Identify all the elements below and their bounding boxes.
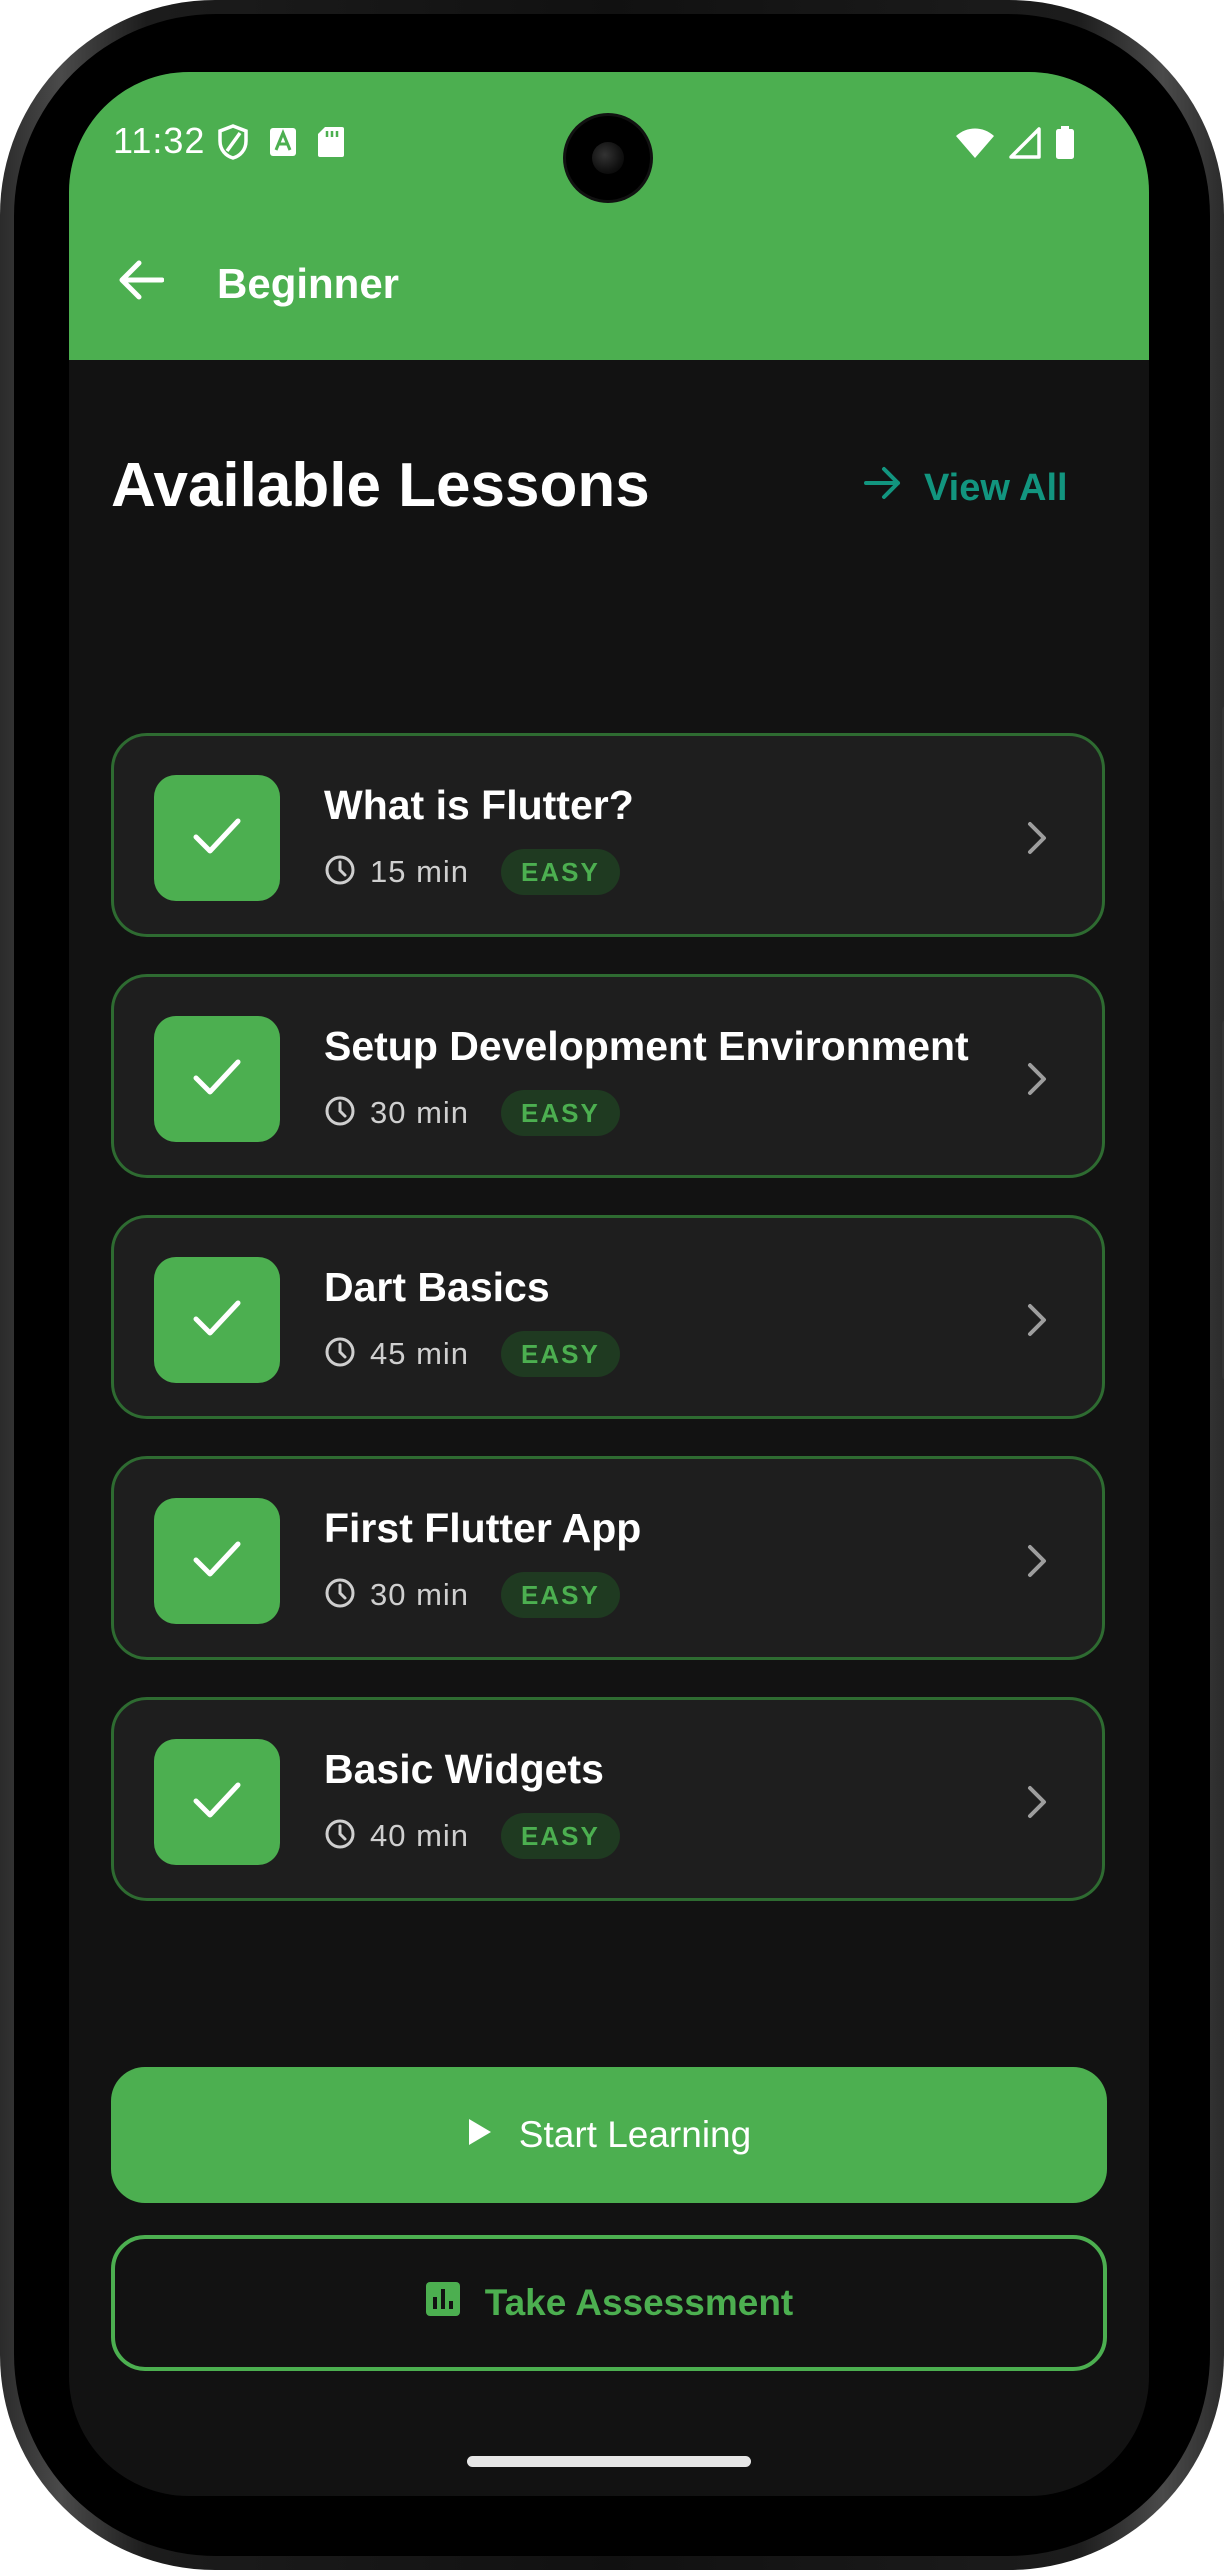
clock-icon [324, 1095, 356, 1132]
lesson-meta: 45 min EASY [324, 1330, 620, 1378]
signal-icon [1009, 127, 1041, 164]
arrow-left-icon [118, 260, 165, 305]
status-time: 11:32 [113, 120, 206, 161]
chevron-right-icon [1014, 1539, 1058, 1583]
difficulty-badge: EASY [501, 1572, 620, 1618]
clock-icon [324, 1336, 356, 1373]
lesson-duration: 30 min [370, 1577, 470, 1612]
status-icons-left [217, 124, 345, 165]
start-learning-button[interactable]: Start Learning [111, 2067, 1107, 2203]
take-assessment-button[interactable]: Take Assessment [111, 2235, 1107, 2371]
text-a-icon [269, 127, 297, 162]
lesson-title: What is Flutter? [324, 782, 634, 828]
section-title: Available Lessons [111, 451, 650, 520]
chevron-right-icon [1014, 816, 1058, 860]
arrow-right-icon [864, 466, 902, 510]
lesson-duration: 15 min [370, 854, 470, 889]
check-icon [192, 1057, 242, 1102]
lesson-title: Basic Widgets [324, 1746, 604, 1792]
difficulty-badge: EASY [501, 849, 620, 895]
clock-icon [324, 854, 356, 891]
lesson-meta: 15 min EASY [324, 848, 620, 896]
check-icon [192, 816, 242, 861]
completed-check [154, 1016, 280, 1142]
start-learning-label: Start Learning [518, 2114, 752, 2155]
lesson-card[interactable]: Setup Development Environment 30 min EAS… [111, 974, 1105, 1178]
phone-frame: 11:32 Beginner Available Lessons View Al… [0, 0, 1224, 2570]
lesson-meta: 30 min EASY [324, 1089, 620, 1137]
lesson-meta: 30 min EASY [324, 1571, 620, 1619]
shield-icon [217, 124, 249, 165]
check-icon [192, 1539, 242, 1584]
completed-check [154, 775, 280, 901]
wifi-icon [955, 127, 995, 164]
chevron-right-icon [1014, 1057, 1058, 1101]
chevron-right-icon [1014, 1780, 1058, 1824]
lesson-card[interactable]: First Flutter App 30 min EASY [111, 1456, 1105, 1660]
status-icons-right [955, 126, 1075, 165]
lesson-meta: 40 min EASY [324, 1812, 620, 1860]
completed-check [154, 1498, 280, 1624]
check-icon [192, 1298, 242, 1343]
front-camera [566, 116, 650, 200]
difficulty-badge: EASY [501, 1090, 620, 1136]
completed-check [154, 1739, 280, 1865]
battery-icon [1055, 126, 1075, 165]
lesson-card[interactable]: Basic Widgets 40 min EASY [111, 1697, 1105, 1901]
lesson-duration: 40 min [370, 1818, 470, 1853]
lesson-duration: 30 min [370, 1095, 470, 1130]
app-bar: 11:32 Beginner [69, 72, 1149, 360]
lesson-card[interactable]: Dart Basics 45 min EASY [111, 1215, 1105, 1419]
lesson-title: First Flutter App [324, 1505, 642, 1551]
play-icon [467, 2114, 493, 2156]
clock-icon [324, 1577, 356, 1614]
screen: 11:32 Beginner Available Lessons View Al… [69, 72, 1149, 2496]
back-button[interactable] [109, 250, 173, 314]
lesson-title: Setup Development Environment [324, 1023, 969, 1069]
completed-check [154, 1257, 280, 1383]
page-title: Beginner [217, 260, 400, 307]
view-all-label: View All [924, 466, 1068, 509]
sd-card-icon [317, 126, 345, 163]
lesson-duration: 45 min [370, 1336, 470, 1371]
bar-chart-icon [425, 2281, 461, 2326]
lesson-card[interactable]: What is Flutter? 15 min EASY [111, 733, 1105, 937]
chevron-right-icon [1014, 1298, 1058, 1342]
home-indicator[interactable] [467, 2456, 751, 2467]
lesson-title: Dart Basics [324, 1264, 550, 1310]
difficulty-badge: EASY [501, 1813, 620, 1859]
difficulty-badge: EASY [501, 1331, 620, 1377]
view-all-button[interactable]: View All [864, 460, 1068, 516]
clock-icon [324, 1818, 356, 1855]
take-assessment-label: Take Assessment [484, 2282, 794, 2323]
check-icon [192, 1780, 242, 1825]
